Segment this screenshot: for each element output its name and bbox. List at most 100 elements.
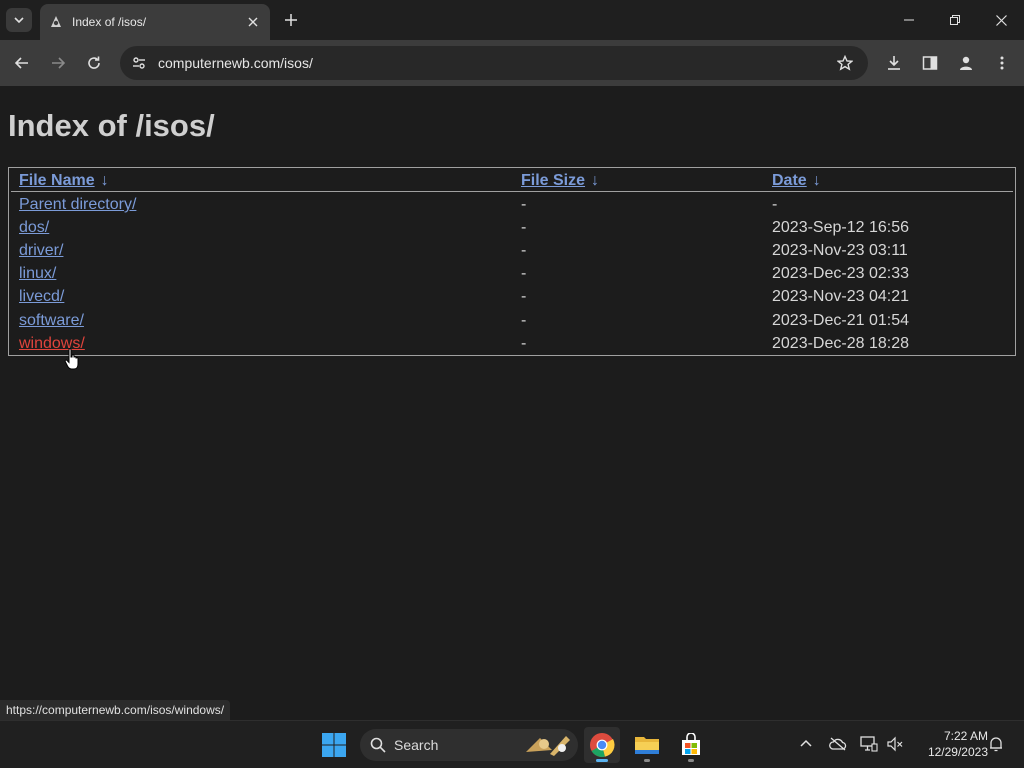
search-label: Search [394,737,439,753]
file-size-cell: - [521,312,527,329]
search-icon [370,737,386,753]
volume-tray-button[interactable] [884,733,906,755]
windows-start-icon[interactable] [320,731,348,759]
clock-date: 12/29/2023 [927,745,988,759]
onedrive-tray-button[interactable] [827,733,849,755]
chrome-icon [590,733,615,757]
hand-pointer-icon [64,348,79,370]
header-divider [11,191,1013,192]
directory-link-linux[interactable]: linux/ [19,265,56,282]
bookmark-button[interactable] [832,50,858,76]
sort-arrow-icon: ↓ [812,172,821,189]
table-row: software/ - 2023-Dec-21 01:54 [9,312,1015,335]
kebab-menu-icon [1000,56,1004,70]
side-panel-button[interactable] [917,50,943,76]
sort-arrow-icon: ↓ [591,172,600,189]
bell-icon [990,737,1002,752]
windows-taskbar: Search 7:22 AM 12/29/2023 [0,720,1024,768]
clock-time: 7:22 AM [943,729,988,743]
file-size-cell: - [521,265,527,282]
site-favicon-icon [51,16,61,27]
speaker-muted-icon [887,736,903,752]
arrow-right-icon [52,57,66,69]
active-app-indicator [596,759,608,762]
tune-icon [133,57,145,69]
download-icon [888,56,900,70]
network-icon [860,736,878,752]
close-icon [248,17,258,27]
tab-search-button[interactable] [6,8,32,32]
taskbar-search-box[interactable]: Search [360,729,578,761]
column-header-name: File Name [19,172,95,189]
arrow-left-icon [14,57,28,69]
file-size-cell: - [521,242,527,259]
date-cell: - [772,196,778,213]
date-cell: 2023-Dec-23 02:33 [772,265,909,282]
status-bubble: https://computernewb.com/isos/windows/ [0,700,231,720]
file-size-cell: - [521,219,527,236]
directory-link-driver[interactable]: driver/ [19,242,63,259]
date-cell: 2023-Dec-28 18:28 [772,335,909,352]
close-window-button[interactable] [978,0,1024,40]
page-viewport: Index of /isos/ File Name ↓ File Size ↓ Da… [0,86,1024,720]
sort-by-name-link[interactable]: File Name ↓ [19,172,109,190]
back-button[interactable] [8,49,36,77]
plus-icon [285,14,297,26]
minimize-icon [904,19,914,21]
profile-button[interactable] [953,50,979,76]
directory-link-software[interactable]: software/ [19,312,84,329]
date-cell: 2023-Dec-21 01:54 [772,312,909,329]
sort-by-size-link[interactable]: File Size ↓ [521,172,599,190]
chevron-down-icon [14,17,24,24]
column-header-date: Date [772,172,807,189]
restore-icon [950,15,960,25]
new-tab-button[interactable] [280,9,302,31]
taskbar-file-explorer[interactable] [629,727,665,763]
browser-toolbar: computernewb.com/isos/ [0,40,1024,86]
file-size-cell: - [521,335,527,352]
notifications-button[interactable] [985,733,1007,755]
search-highlight-art-icon [526,736,570,756]
close-icon [995,14,1007,26]
taskbar-chrome[interactable] [584,727,620,763]
minimize-button[interactable] [886,0,932,40]
date-cell: 2023-Nov-23 04:21 [772,288,909,305]
address-bar[interactable]: computernewb.com/isos/ [120,46,868,80]
file-size-cell: - [521,196,527,213]
taskbar-clock[interactable]: 7:22 AM 12/29/2023 [912,728,988,760]
table-row: windows/ - 2023-Dec-28 18:28 [9,335,1015,358]
date-cell: 2023-Sep-12 16:56 [772,219,909,236]
show-hidden-icons-button[interactable] [795,733,817,755]
file-size-cell: - [521,288,527,305]
sort-by-date-link[interactable]: Date ↓ [772,172,821,190]
tab-title: Index of /isos/ [72,15,147,29]
site-info-button[interactable] [128,52,150,74]
reload-button[interactable] [80,49,108,77]
network-tray-button[interactable] [858,733,880,755]
taskbar-microsoft-store[interactable] [673,727,709,763]
person-icon [960,56,972,70]
chevron-up-icon [800,739,812,747]
running-app-indicator [688,759,694,762]
forward-button[interactable] [44,49,72,77]
menu-button[interactable] [989,50,1015,76]
column-header-size: File Size [521,172,586,189]
running-app-indicator [644,759,650,762]
tab-strip: Index of /isos/ [0,0,1024,40]
table-row: driver/ - 2023-Nov-23 03:11 [9,242,1015,265]
directory-link-parent[interactable]: Parent directory/ [19,196,136,213]
table-row: Parent directory/ - - [9,196,1015,219]
url-text[interactable]: computernewb.com/isos/ [158,55,832,71]
directory-link-livecd[interactable]: livecd/ [19,288,64,305]
downloads-button[interactable] [881,50,907,76]
folder-icon [635,737,659,754]
star-icon [837,55,853,71]
directory-link-dos[interactable]: dos/ [19,219,49,236]
tab-active[interactable]: Index of /isos/ [40,4,270,40]
file-listing-table: File Name ↓ File Size ↓ Date ↓ Parent direc… [8,167,1016,356]
page-title: Index of /isos/ [8,108,215,143]
restore-button[interactable] [932,0,978,40]
side-panel-icon [922,56,938,70]
tab-close-button[interactable] [244,13,262,31]
table-row: linux/ - 2023-Dec-23 02:33 [9,265,1015,288]
